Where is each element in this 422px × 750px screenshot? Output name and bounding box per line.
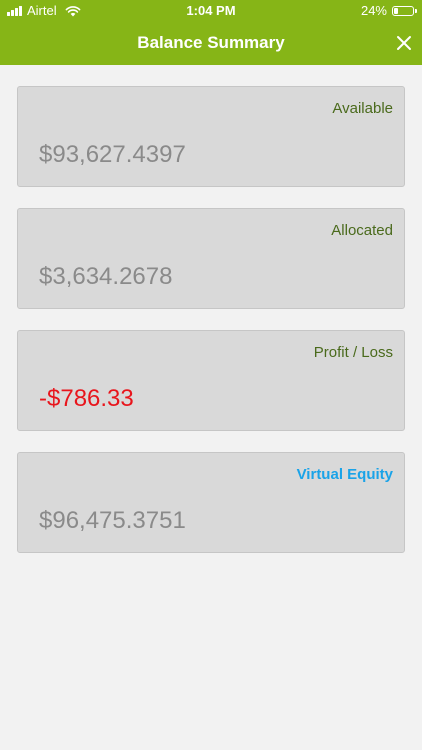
page-title: Balance Summary xyxy=(137,33,285,52)
battery-fill xyxy=(394,7,398,14)
profit-loss-label: Profit / Loss xyxy=(313,344,393,361)
status-bar: Airtel 1:04 PM 24% xyxy=(0,0,422,22)
profit-loss-value: -$786.33 xyxy=(39,385,134,412)
available-value: $93,627.4397 xyxy=(39,141,186,168)
status-right: 24% xyxy=(360,3,417,18)
virtual-equity-label: Virtual Equity xyxy=(296,466,393,483)
profit-loss-card: Profit / Loss -$786.33 xyxy=(17,330,405,431)
allocated-label: Allocated xyxy=(331,222,393,239)
battery-percent: 24% xyxy=(360,3,387,18)
status-time: 1:04 PM xyxy=(186,3,236,18)
app-header: Airtel 1:04 PM 24% Balance Summary xyxy=(0,0,422,65)
allocated-value: $3,634.2678 xyxy=(39,263,173,290)
available-label: Available xyxy=(332,100,393,117)
virtual-equity-card: Virtual Equity $96,475.3751 xyxy=(17,452,405,553)
close-icon[interactable] xyxy=(395,34,413,52)
battery-icon xyxy=(392,5,417,16)
allocated-card: Allocated $3,634.2678 xyxy=(17,208,405,309)
virtual-equity-value: $96,475.3751 xyxy=(39,507,186,534)
available-card: Available $93,627.4397 xyxy=(17,86,405,187)
